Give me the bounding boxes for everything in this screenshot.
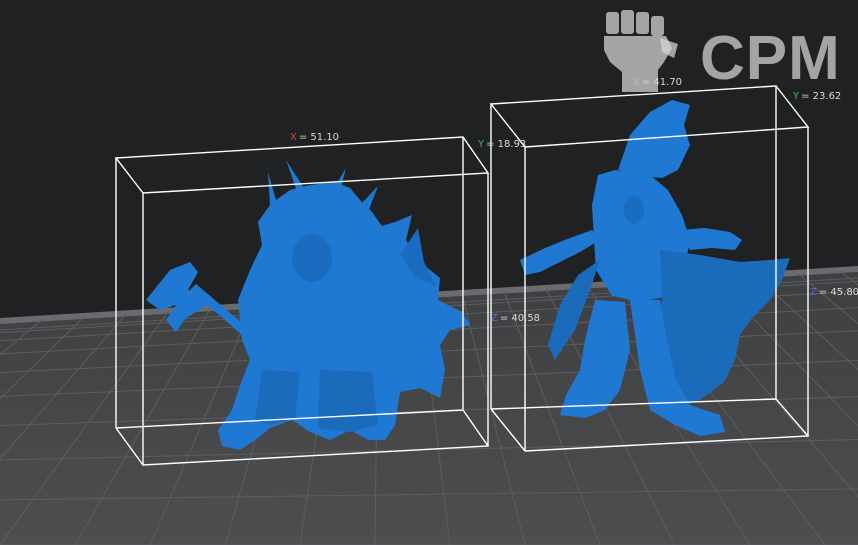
dimension-y-label-1: Y = 18.93	[478, 139, 526, 151]
dimension-z-label-2: Z = 45.80	[810, 287, 858, 299]
z-axis-letter: Z	[810, 287, 817, 298]
watermark-text: CPM	[700, 24, 841, 93]
y-axis-letter: Y	[478, 139, 485, 150]
watermark: CPM	[600, 8, 850, 98]
dimension-x-label-1: X = 51.10	[290, 132, 339, 144]
z-dimension-value: = 45.80	[818, 287, 858, 298]
x-axis-letter: X	[290, 132, 297, 143]
z-dimension-value: = 40.58	[499, 313, 541, 324]
dimension-z-label-1: Z = 40.58	[491, 313, 540, 325]
x-dimension-value: = 51.10	[298, 132, 340, 143]
raised-fist-icon	[604, 10, 678, 92]
z-axis-letter: Z	[491, 313, 498, 324]
y-dimension-value: = 18.93	[486, 139, 527, 150]
